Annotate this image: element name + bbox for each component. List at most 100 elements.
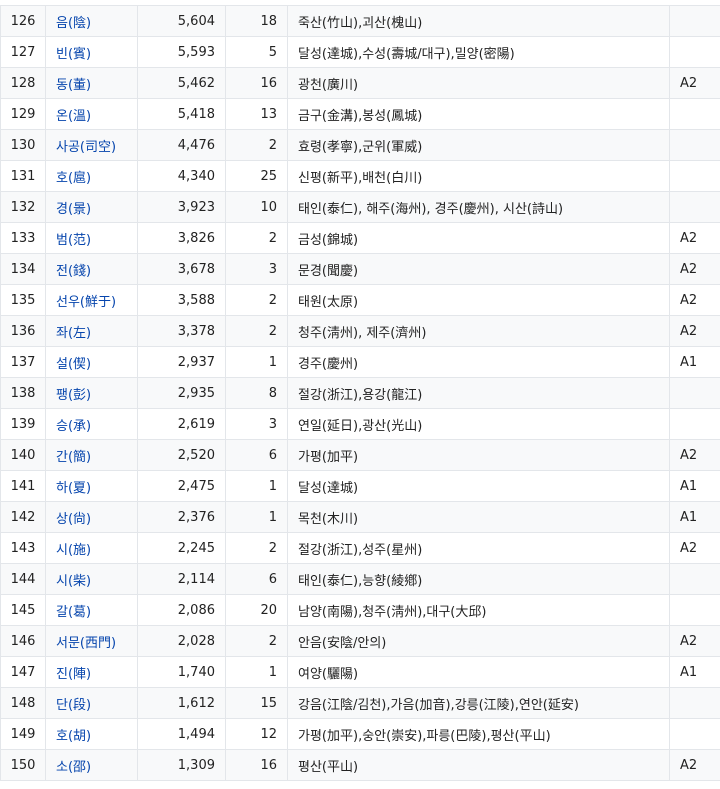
surname-cell: 시(柴)	[45, 563, 138, 595]
surname-link[interactable]: 호(扈)	[56, 171, 91, 186]
surname-link[interactable]: 서문(西門)	[56, 636, 116, 651]
rank-cell: 142	[0, 501, 46, 533]
table-row: 133 범(范) 3,826 2 금성(錦城) A2	[0, 222, 720, 254]
grade-cell	[669, 191, 720, 223]
rank-cell: 150	[0, 749, 46, 781]
surname-link[interactable]: 사공(司空)	[56, 140, 116, 155]
surname-link[interactable]: 승(承)	[56, 419, 91, 434]
population-cell: 5,462	[137, 67, 226, 99]
clan-count-cell: 2	[225, 532, 288, 564]
surname-link[interactable]: 선우(鮮于)	[56, 295, 116, 310]
surname-link[interactable]: 호(胡)	[56, 729, 91, 744]
table-row: 126 음(陰) 5,604 18 죽산(竹山),괴산(槐山)	[0, 5, 720, 37]
clan-count-cell: 5	[225, 36, 288, 68]
table-row: 144 시(柴) 2,114 6 태인(泰仁),능향(綾鄕)	[0, 563, 720, 595]
origin-cell: 금성(錦城)	[287, 222, 670, 254]
origin-cell: 금구(金溝),봉성(鳳城)	[287, 98, 670, 130]
grade-cell: A2	[669, 315, 720, 347]
origin-cell: 남양(南陽),청주(淸州),대구(大邱)	[287, 594, 670, 626]
grade-cell	[669, 98, 720, 130]
clan-count-cell: 3	[225, 408, 288, 440]
table-row: 134 전(錢) 3,678 3 문경(聞慶) A2	[0, 253, 720, 285]
population-cell: 2,475	[137, 470, 226, 502]
surname-cell: 진(陣)	[45, 656, 138, 688]
origin-cell: 연일(延日),광산(光山)	[287, 408, 670, 440]
surname-link[interactable]: 간(簡)	[56, 450, 91, 465]
rank-cell: 136	[0, 315, 46, 347]
surname-link[interactable]: 전(錢)	[56, 264, 91, 279]
population-cell: 4,476	[137, 129, 226, 161]
surname-link[interactable]: 좌(左)	[56, 326, 91, 341]
surname-link[interactable]: 온(溫)	[56, 109, 91, 124]
grade-cell: A1	[669, 346, 720, 378]
rank-cell: 149	[0, 718, 46, 750]
clan-count-cell: 10	[225, 191, 288, 223]
table-row: 145 갈(葛) 2,086 20 남양(南陽),청주(淸州),대구(大邱)	[0, 594, 720, 626]
surname-link[interactable]: 상(尙)	[56, 512, 91, 527]
table-row: 136 좌(左) 3,378 2 청주(淸州), 제주(濟州) A2	[0, 315, 720, 347]
table-row: 127 빈(賓) 5,593 5 달성(達城),수성(壽城/대구),밀양(密陽)	[0, 36, 720, 68]
population-cell: 1,494	[137, 718, 226, 750]
grade-cell: A2	[669, 222, 720, 254]
population-cell: 1,612	[137, 687, 226, 719]
surname-link[interactable]: 갈(葛)	[56, 605, 91, 620]
origin-cell: 달성(達城),수성(壽城/대구),밀양(密陽)	[287, 36, 670, 68]
origin-cell: 평산(平山)	[287, 749, 670, 781]
surname-link[interactable]: 소(邵)	[56, 760, 91, 775]
rank-cell: 147	[0, 656, 46, 688]
origin-cell: 경주(慶州)	[287, 346, 670, 378]
table-row: 132 경(景) 3,923 10 태인(泰仁), 해주(海州), 경주(慶州), 시산…	[0, 191, 720, 223]
surname-link[interactable]: 설(偰)	[56, 357, 91, 372]
grade-cell: A2	[669, 67, 720, 99]
clan-count-cell: 18	[225, 5, 288, 37]
rank-cell: 140	[0, 439, 46, 471]
surname-link[interactable]: 범(范)	[56, 233, 91, 248]
surname-link[interactable]: 시(施)	[56, 543, 91, 558]
rank-cell: 133	[0, 222, 46, 254]
grade-cell	[669, 563, 720, 595]
population-cell: 2,028	[137, 625, 226, 657]
table-row: 135 선우(鮮于) 3,588 2 태원(太原) A2	[0, 284, 720, 316]
grade-cell: A2	[669, 749, 720, 781]
table-row: 131 호(扈) 4,340 25 신평(新平),배천(白川)	[0, 160, 720, 192]
surname-link[interactable]: 시(柴)	[56, 574, 91, 589]
surname-link[interactable]: 진(陣)	[56, 667, 91, 682]
clan-count-cell: 20	[225, 594, 288, 626]
table-row: 149 호(胡) 1,494 12 가평(加平),숭안(崇安),파릉(巴陵),평산(平山…	[0, 718, 720, 750]
rank-cell: 145	[0, 594, 46, 626]
population-cell: 4,340	[137, 160, 226, 192]
grade-cell	[669, 129, 720, 161]
surname-cell: 좌(左)	[45, 315, 138, 347]
surname-cell: 서문(西門)	[45, 625, 138, 657]
table-row: 150 소(邵) 1,309 16 평산(平山) A2	[0, 749, 720, 781]
origin-cell: 신평(新平),배천(白川)	[287, 160, 670, 192]
surname-cell: 간(簡)	[45, 439, 138, 471]
population-cell: 3,378	[137, 315, 226, 347]
surname-cell: 하(夏)	[45, 470, 138, 502]
surname-link[interactable]: 빈(賓)	[56, 47, 91, 62]
origin-cell: 효령(孝寧),군위(軍威)	[287, 129, 670, 161]
surname-link[interactable]: 팽(彭)	[56, 388, 91, 403]
population-cell: 5,418	[137, 98, 226, 130]
population-cell: 3,588	[137, 284, 226, 316]
surname-link[interactable]: 단(段)	[56, 698, 91, 713]
rank-cell: 146	[0, 625, 46, 657]
grade-cell	[669, 408, 720, 440]
rank-cell: 135	[0, 284, 46, 316]
clan-count-cell: 15	[225, 687, 288, 719]
rank-cell: 134	[0, 253, 46, 285]
surname-link[interactable]: 음(陰)	[56, 16, 91, 31]
surname-link[interactable]: 경(景)	[56, 202, 91, 217]
table-row: 148 단(段) 1,612 15 강음(江陰/김천),가음(加音),강릉(江陵),연안…	[0, 687, 720, 719]
clan-count-cell: 25	[225, 160, 288, 192]
origin-cell: 절강(浙江),성주(星州)	[287, 532, 670, 564]
surname-link[interactable]: 동(董)	[56, 78, 91, 93]
grade-cell	[669, 687, 720, 719]
grade-cell: A2	[669, 625, 720, 657]
population-cell: 3,826	[137, 222, 226, 254]
surname-cell: 동(董)	[45, 67, 138, 99]
surname-link[interactable]: 하(夏)	[56, 481, 91, 496]
grade-cell: A2	[669, 253, 720, 285]
table-row: 142 상(尙) 2,376 1 목천(木川) A1	[0, 501, 720, 533]
population-cell: 2,376	[137, 501, 226, 533]
